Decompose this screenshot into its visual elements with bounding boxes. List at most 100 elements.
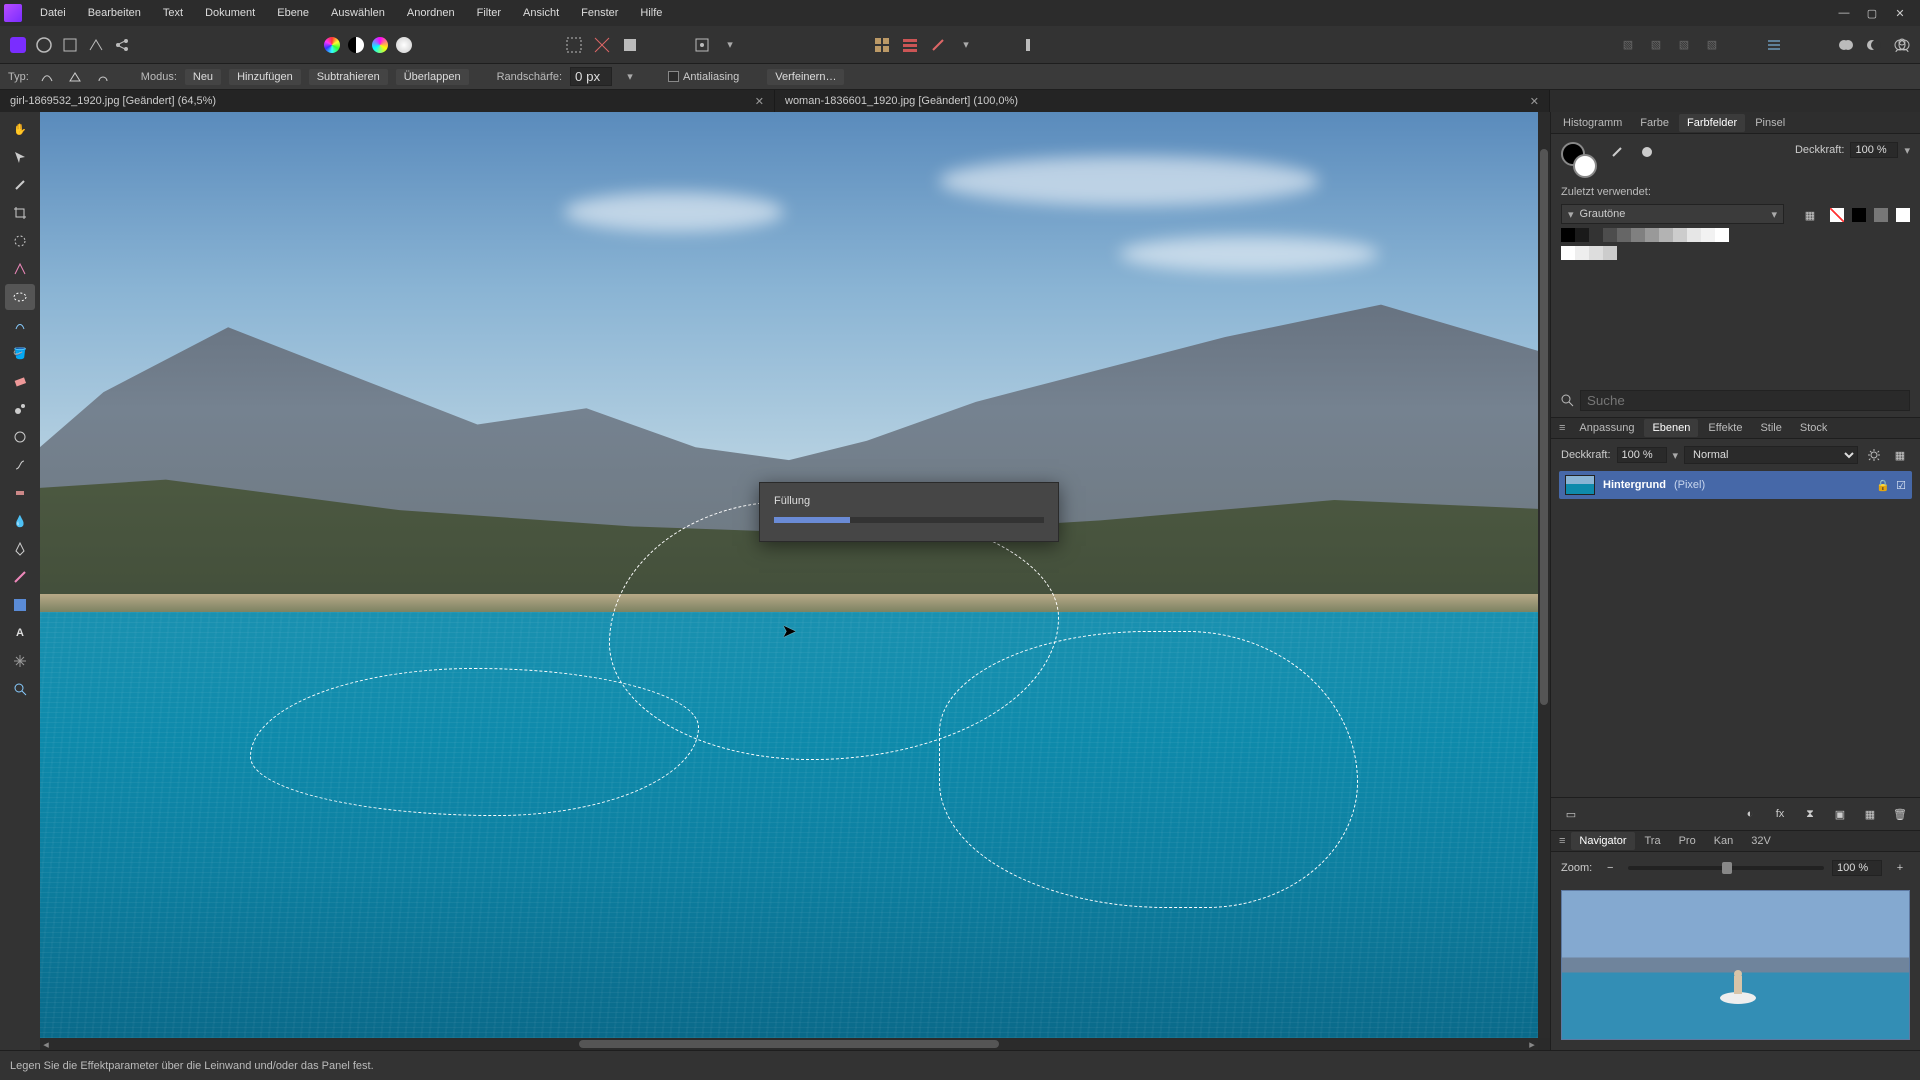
polygon-type-icon[interactable] <box>65 67 85 87</box>
mode-subtract-button[interactable]: Subtrahieren <box>309 69 388 85</box>
grid-icon[interactable] <box>872 35 892 55</box>
flood-select-tool-icon[interactable] <box>5 256 35 282</box>
layer-row[interactable]: Hintergrund (Pixel) 🔒 ☑ <box>1559 471 1912 499</box>
close-icon[interactable]: ✕ <box>1530 95 1539 108</box>
tab-navigator[interactable]: Navigator <box>1571 832 1634 850</box>
snapping-icon[interactable] <box>692 35 712 55</box>
erase-tool-icon[interactable] <box>5 368 35 394</box>
zoom-tool-icon[interactable] <box>5 676 35 702</box>
pen-tool-icon[interactable] <box>5 536 35 562</box>
tab-stock[interactable]: Stock <box>1792 419 1836 437</box>
navigator-preview[interactable] <box>1561 890 1910 1040</box>
mask-icon[interactable]: ▭ <box>1561 804 1581 824</box>
tab-channels[interactable]: Kan <box>1706 832 1742 850</box>
paint-brush-tool-icon[interactable] <box>5 312 35 338</box>
tab-effects[interactable]: Effekte <box>1700 419 1750 437</box>
text-tool-icon[interactable]: A <box>5 620 35 646</box>
swatch[interactable] <box>1645 228 1659 242</box>
layer-fx-icon[interactable]: ▦ <box>1890 445 1910 465</box>
swatch[interactable] <box>1852 208 1866 222</box>
menu-bearbeiten[interactable]: Bearbeiten <box>78 3 151 23</box>
tone-map-persona-icon[interactable] <box>86 35 106 55</box>
tab-32bit[interactable]: 32V <box>1743 832 1779 850</box>
chevron-down-icon[interactable]: ▾ <box>1673 449 1679 462</box>
feather-input[interactable] <box>570 67 612 86</box>
swatch[interactable] <box>1575 228 1589 242</box>
pen-icon[interactable] <box>928 35 948 55</box>
group-icon[interactable]: ▣ <box>1830 804 1850 824</box>
swatch[interactable] <box>1631 228 1645 242</box>
canvas[interactable]: ➤ Füllung <box>40 112 1538 1038</box>
zoom-slider[interactable] <box>1628 866 1824 870</box>
horizontal-scrollbar[interactable]: ◂ ▸ <box>40 1038 1538 1050</box>
eyedropper-icon[interactable] <box>1607 142 1627 162</box>
swatch[interactable] <box>1561 228 1575 242</box>
add-shape-icon[interactable] <box>1836 35 1856 55</box>
zoom-out-icon[interactable]: − <box>1600 858 1620 878</box>
photo-persona-icon[interactable] <box>8 35 28 55</box>
colour-picker-tool-icon[interactable] <box>5 172 35 198</box>
tab-protocol[interactable]: Pro <box>1671 832 1704 850</box>
chevron-down-icon[interactable]: ▾ <box>1904 144 1910 157</box>
smudge-tool-icon[interactable] <box>5 452 35 478</box>
tab-transform[interactable]: Tra <box>1637 832 1669 850</box>
dodge-tool-icon[interactable] <box>5 424 35 450</box>
close-button[interactable]: ✕ <box>1892 5 1908 21</box>
fill-tool-icon[interactable]: 🪣 <box>5 340 35 366</box>
menu-ansicht[interactable]: Ansicht <box>513 3 569 23</box>
document-tab[interactable]: woman-1836601_1920.jpg [Geändert] (100,0… <box>775 90 1550 112</box>
scroll-left-icon[interactable]: ◂ <box>40 1038 52 1050</box>
swatch[interactable] <box>1617 228 1631 242</box>
mesh-tool-icon[interactable] <box>5 648 35 674</box>
swatch[interactable] <box>1701 228 1715 242</box>
menu-text[interactable]: Text <box>153 3 193 23</box>
tab-colour[interactable]: Farbe <box>1632 114 1677 132</box>
swatch-none-icon[interactable] <box>1830 208 1844 222</box>
cmyk-icon[interactable] <box>372 37 388 53</box>
swatch[interactable] <box>1589 246 1603 260</box>
swatch[interactable] <box>1603 228 1617 242</box>
visibility-checkbox[interactable]: ☑ <box>1896 479 1906 492</box>
mode-add-button[interactable]: Hinzufügen <box>229 69 301 85</box>
close-icon[interactable]: ✕ <box>755 95 764 108</box>
palette-dropdown[interactable]: ▾ Grautöne ▾ <box>1561 204 1784 224</box>
zoom-input[interactable] <box>1832 860 1882 876</box>
document-tab[interactable]: girl-1869532_1920.jpg [Geändert] (64,5%)… <box>0 90 775 112</box>
chevron-down-icon[interactable]: ▾ <box>956 35 976 55</box>
healing-tool-icon[interactable] <box>5 480 35 506</box>
swatch[interactable] <box>1589 228 1603 242</box>
blur-tool-icon[interactable]: 💧 <box>5 508 35 534</box>
retouch-tool-icon[interactable] <box>5 564 35 590</box>
layer-opacity-input[interactable] <box>1617 447 1667 463</box>
mode-new-button[interactable]: Neu <box>185 69 221 85</box>
swatch[interactable] <box>1715 228 1729 242</box>
layer-effects-icon[interactable]: fx <box>1770 804 1790 824</box>
magnetic-type-icon[interactable] <box>93 67 113 87</box>
gear-icon[interactable] <box>1864 445 1884 465</box>
clone-tool-icon[interactable] <box>5 396 35 422</box>
swatch[interactable] <box>1874 208 1888 222</box>
tab-layers[interactable]: Ebenen <box>1644 419 1698 437</box>
search-input[interactable] <box>1580 390 1910 411</box>
shape-tool-icon[interactable] <box>5 592 35 618</box>
mode-intersect-button[interactable]: Überlappen <box>396 69 469 85</box>
live-filter-icon[interactable]: ⧗ <box>1800 804 1820 824</box>
panel-menu-icon[interactable]: ≡ <box>1555 422 1569 434</box>
rgb-icon[interactable] <box>324 37 340 53</box>
fg-bg-swatch[interactable] <box>1561 142 1597 178</box>
scroll-right-icon[interactable]: ▸ <box>1526 1038 1538 1050</box>
adjustment-layer-icon[interactable]: ◐ <box>1740 804 1760 824</box>
list-icon[interactable] <box>900 35 920 55</box>
swatch[interactable] <box>1896 208 1910 222</box>
tab-adjustment[interactable]: Anpassung <box>1571 419 1642 437</box>
swatch[interactable] <box>1673 228 1687 242</box>
selection-brush-tool-icon[interactable] <box>5 228 35 254</box>
marquee-cross-icon[interactable] <box>592 35 612 55</box>
menu-datei[interactable]: Datei <box>30 3 76 23</box>
swatch[interactable] <box>1561 246 1575 260</box>
none-colour-icon[interactable] <box>1637 142 1657 162</box>
greyscale-icon[interactable] <box>348 37 364 53</box>
blend-mode-select[interactable]: Normal <box>1684 446 1858 464</box>
add-pixel-layer-icon[interactable]: ▦ <box>1860 804 1880 824</box>
opacity-input[interactable] <box>1850 142 1898 158</box>
